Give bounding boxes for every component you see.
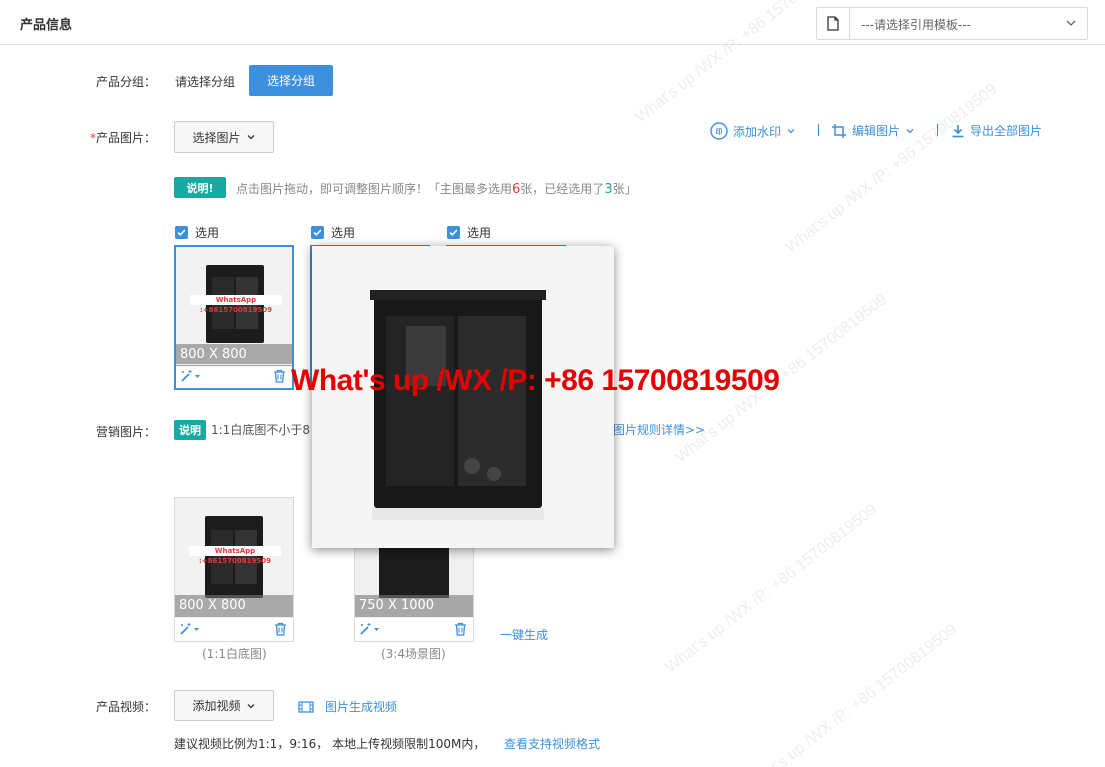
template-select[interactable]: ---请选择引用模板--- [816,7,1088,40]
add-video-label: 添加视频 [192,699,241,713]
tip-tag: 说明! [174,177,226,198]
select-images-label: 选择图片 [192,130,241,145]
trash-icon[interactable] [273,369,286,386]
use-checkbox-1[interactable]: 选用 [175,224,219,241]
marketing-thumb-1[interactable]: WhatsApp :+8615700819509 800 X 800 [174,497,294,642]
edit-images-button[interactable]: 编辑图片 [831,122,915,139]
export-all-button[interactable]: 导出全部图片 [951,122,1042,139]
video-label: 产品视频： [95,700,156,714]
one-click-generate-link[interactable]: 一键生成 [500,626,548,643]
checkbox-checked-icon [175,226,188,239]
group-placeholder: 请选择分组 [175,75,236,89]
marketing-hint: 1:1白底图不小于8 [211,423,310,437]
magic-wand-icon[interactable] [359,622,381,639]
use-checkbox-label: 选用 [331,226,356,240]
marketing-label: 营销图片： [95,425,156,439]
trash-icon[interactable] [454,622,467,639]
chevron-down-icon [247,703,254,708]
thumb-actions [176,364,292,388]
trash-icon[interactable] [274,622,287,639]
marketing-caption-2: (3:4场景图) [381,647,446,661]
image-size: 800 X 800 [175,595,293,617]
download-icon [952,124,964,137]
film-icon [298,700,314,713]
magic-wand-icon[interactable] [179,622,201,639]
whatsapp-badge: WhatsApp :+8615700819509 [190,295,282,314]
watermark-overlay: What's up /WX /P: +86 15700819509 [662,500,881,677]
add-watermark-button[interactable]: 印 添加水印 [710,122,796,140]
document-icon [817,8,850,39]
add-watermark-label: 添加水印 [733,124,782,139]
edit-images-label: 编辑图片 [852,124,901,138]
marketing-caption-1: (1:1白底图) [202,647,267,661]
add-video-button[interactable]: 添加视频 [174,690,274,721]
image-size: 750 X 1000 [355,595,473,617]
images-hint: 点击图片拖动，即可调整图片顺序！「主图最多选用6张，已经选用了3张」 [236,180,637,197]
used-count: 3 [604,182,613,197]
image-rules-link[interactable]: 图片规则详情>> [613,421,705,438]
checkbox-checked-icon [311,226,324,239]
thumb-actions [175,617,293,641]
use-checkbox-3[interactable]: 选用 [447,224,491,241]
image-size: 800 X 800 [176,344,292,366]
select-group-button[interactable]: 选择分组 [249,65,333,96]
image-to-video-label: 图片生成视频 [325,700,398,714]
images-hint-part2: 张，已经选用了 [520,182,605,196]
images-label: *产品图片： [66,129,156,146]
group-label: 产品分组： [95,75,156,89]
marketing-tip-tag: 说明 [174,420,206,440]
section-header: 产品信息 ---请选择引用模板--- [0,0,1105,45]
chevron-down-icon [1065,17,1077,32]
thumb-actions [355,617,473,641]
toolbar-divider [937,124,938,136]
product-image-thumb-1[interactable]: WhatsApp :+8615700819509 800 X 800 [174,245,294,390]
crop-icon [832,123,846,138]
chevron-down-icon [247,135,254,140]
magic-wand-icon[interactable] [180,369,202,386]
use-checkbox-label: 选用 [195,226,220,240]
image-to-video-button[interactable]: 图片生成视频 [298,698,397,715]
svg-text:印: 印 [716,127,723,136]
images-label-text: 产品图片： [95,131,156,145]
watermark-icon: 印 [710,122,728,140]
export-all-label: 导出全部图片 [970,124,1043,138]
use-checkbox-label: 选用 [467,226,492,240]
template-select-value: ---请选择引用模板--- [861,18,971,32]
images-hint-part3: 张」 [612,182,637,196]
toolbar-divider [818,124,819,136]
chevron-down-icon [906,128,914,133]
images-hint-part1: 点击图片拖动，即可调整图片顺序！「主图最多选用 [236,182,513,196]
preview-watermark-text: What's up /WX /P: +86 15700819509 [291,364,780,397]
watermark-overlay: What's up /WX /P: +86 15700819509 [782,80,1001,257]
use-checkbox-2[interactable]: 选用 [311,224,355,241]
select-images-button[interactable]: 选择图片 [174,121,274,153]
section-title: 产品信息 [20,18,73,33]
video-formats-link[interactable]: 查看支持视频格式 [504,735,600,752]
video-hint: 建议视频比例为1:1，9:16， 本地上传视频限制100M内， [174,737,486,751]
checkbox-checked-icon [447,226,460,239]
watermark-overlay: What's up /WX /P: +86 15700819509 [742,620,961,767]
whatsapp-badge: WhatsApp :+8615700819509 [189,546,281,565]
chevron-down-icon [787,129,795,134]
